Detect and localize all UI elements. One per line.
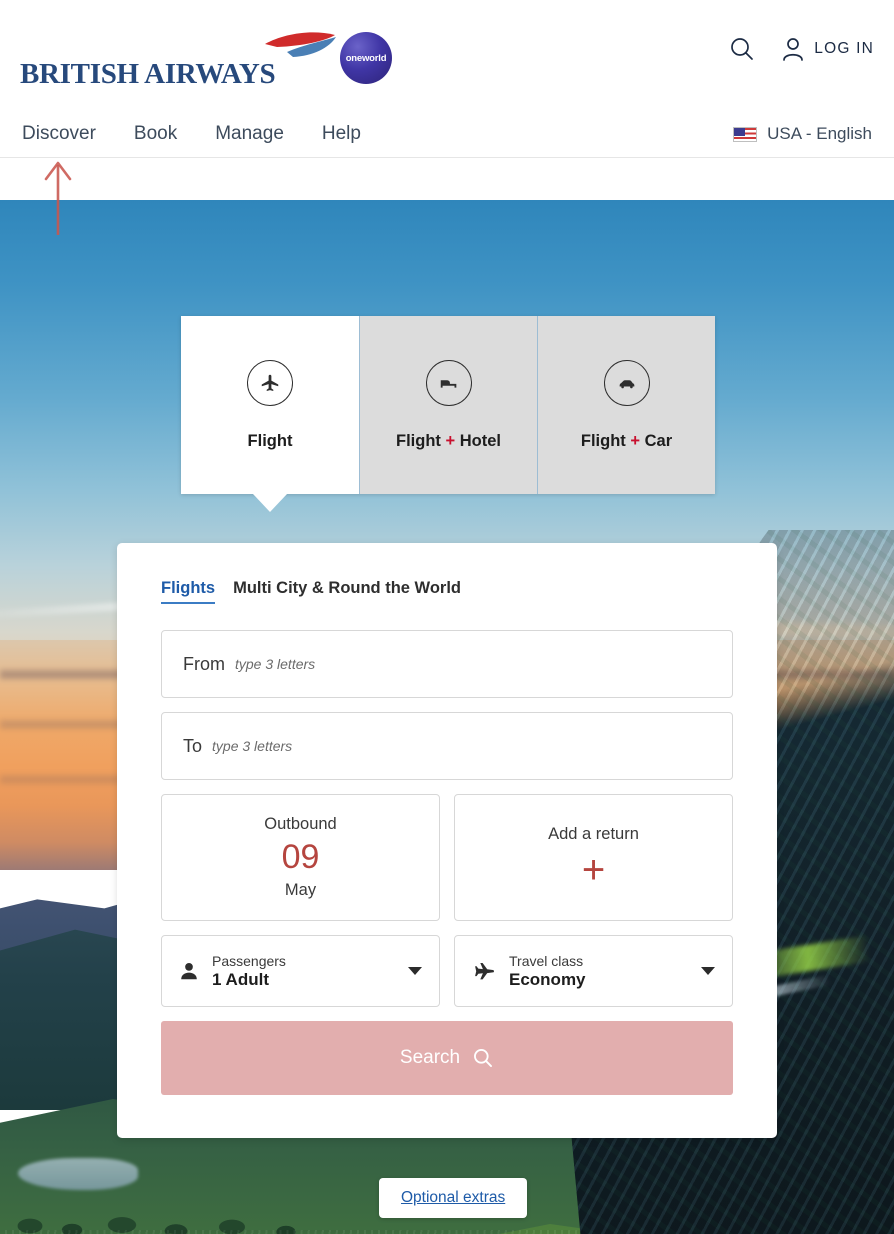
car-icon bbox=[603, 359, 650, 406]
page-root: BRITISH AIRWAYS oneworld LOG IN Discover… bbox=[0, 0, 894, 1234]
main-navigation: Discover Book Manage Help USA - English bbox=[0, 110, 894, 158]
travel-class-select[interactable]: Travel class Economy bbox=[454, 935, 733, 1007]
search-button[interactable] bbox=[729, 36, 755, 62]
oneworld-label: oneworld bbox=[345, 52, 387, 64]
site-header: BRITISH AIRWAYS oneworld LOG IN bbox=[0, 0, 894, 110]
to-placeholder: type 3 letters bbox=[212, 738, 293, 754]
booking-type-tabs: Flight Flight + Hotel Flight + Car bbox=[181, 316, 715, 494]
british-airways-logo[interactable]: BRITISH AIRWAYS bbox=[20, 22, 336, 90]
login-label: LOG IN bbox=[814, 40, 874, 57]
plus-icon: + bbox=[581, 848, 606, 892]
nav-item-book[interactable]: Book bbox=[134, 123, 177, 145]
chevron-down-icon bbox=[408, 967, 422, 975]
return-label: Add a return bbox=[548, 825, 639, 843]
airplane-icon bbox=[475, 963, 494, 980]
brand-wordmark: BRITISH AIRWAYS bbox=[20, 58, 276, 90]
travel-class-value: Economy bbox=[509, 969, 586, 989]
speedmarque-icon bbox=[265, 32, 336, 57]
select-row: Passengers 1 Adult Travel class Economy bbox=[161, 935, 733, 1007]
booking-type-label: Flight + Hotel bbox=[396, 431, 501, 450]
booking-type-label: Flight + Car bbox=[580, 431, 673, 450]
lake bbox=[18, 1158, 138, 1190]
login-button[interactable]: LOG IN bbox=[781, 36, 874, 62]
oneworld-alliance-badge[interactable]: oneworld bbox=[340, 32, 392, 84]
search-icon bbox=[731, 38, 754, 60]
nav-item-help[interactable]: Help bbox=[322, 123, 361, 145]
passengers-label: Passengers bbox=[212, 952, 286, 969]
outbound-label: Outbound bbox=[264, 815, 337, 834]
travel-class-texts: Travel class Economy bbox=[509, 953, 586, 990]
booking-type-flight[interactable]: Flight bbox=[181, 316, 359, 494]
form-tabs: Flights Multi City & Round the World bbox=[161, 579, 733, 604]
nav-links: Discover Book Manage Help bbox=[22, 110, 361, 158]
flight-search-form: Flights Multi City & Round the World Fro… bbox=[117, 543, 777, 1138]
airplane-icon bbox=[247, 359, 293, 406]
to-field[interactable]: To type 3 letters bbox=[161, 712, 733, 780]
search-icon bbox=[474, 1049, 493, 1067]
bed-icon bbox=[425, 359, 472, 406]
outbound-day: 09 bbox=[281, 838, 320, 877]
outbound-month: May bbox=[284, 880, 317, 899]
passengers-value: 1 Adult bbox=[212, 969, 269, 989]
from-placeholder: type 3 letters bbox=[235, 656, 316, 672]
booking-type-flight-hotel[interactable]: Flight + Hotel bbox=[359, 316, 537, 494]
person-icon bbox=[783, 38, 804, 61]
nav-item-manage[interactable]: Manage bbox=[215, 123, 284, 145]
search-button-label: Search bbox=[399, 1047, 461, 1068]
optional-extras-button[interactable]: Optional extras bbox=[379, 1178, 528, 1218]
search-flights-button[interactable]: Search bbox=[161, 1021, 733, 1095]
usa-flag-icon bbox=[733, 126, 758, 142]
passengers-texts: Passengers 1 Adult bbox=[212, 953, 286, 990]
language-label: USA - English bbox=[767, 124, 872, 143]
active-tab-pointer bbox=[253, 494, 287, 512]
header-actions: LOG IN bbox=[729, 36, 874, 62]
to-label: To bbox=[183, 735, 203, 756]
from-label: From bbox=[183, 653, 225, 674]
booking-type-flight-car[interactable]: Flight + Car bbox=[537, 316, 715, 494]
nav-item-discover[interactable]: Discover bbox=[22, 123, 96, 145]
booking-type-label: Flight bbox=[247, 431, 293, 450]
person-icon bbox=[181, 963, 197, 980]
from-field[interactable]: From type 3 letters bbox=[161, 630, 733, 698]
language-selector[interactable]: USA - English bbox=[733, 110, 872, 158]
travel-class-label: Travel class bbox=[509, 952, 584, 969]
passengers-select[interactable]: Passengers 1 Adult bbox=[161, 935, 440, 1007]
outbound-date-picker[interactable]: Outbound 09 May bbox=[161, 794, 440, 921]
date-row: Outbound 09 May Add a return + bbox=[161, 794, 733, 921]
optional-extras-label: Optional extras bbox=[401, 1189, 506, 1206]
return-date-picker[interactable]: Add a return + bbox=[454, 794, 733, 921]
tab-flights[interactable]: Flights bbox=[161, 579, 216, 604]
tab-multi-city[interactable]: Multi City & Round the World bbox=[233, 579, 461, 598]
header-spacer bbox=[0, 158, 894, 200]
chevron-down-icon bbox=[701, 967, 715, 975]
